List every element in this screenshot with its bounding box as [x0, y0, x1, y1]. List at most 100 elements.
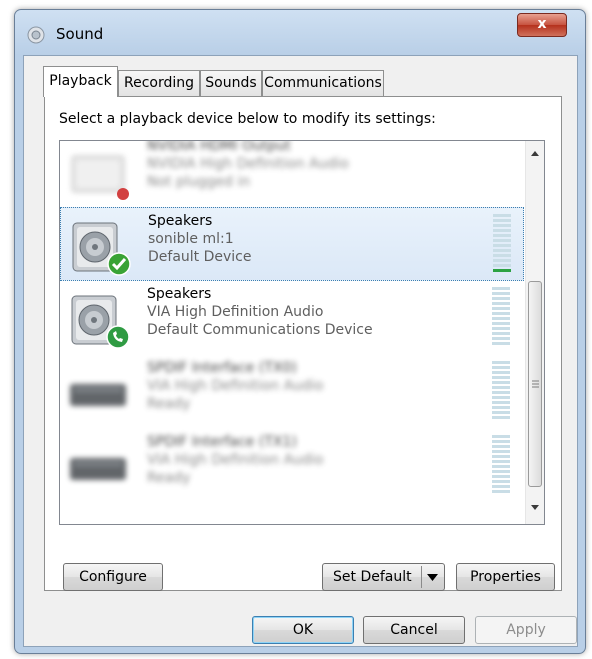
meter-segment	[492, 445, 510, 448]
meter-segment	[492, 327, 510, 330]
meter-segment	[492, 485, 510, 488]
meter-segment	[492, 411, 510, 414]
tab-sounds[interactable]: Sounds	[200, 70, 262, 96]
meter-segment	[493, 219, 511, 222]
device-description: VIA High Definition Audio	[147, 304, 324, 320]
meter-segment	[493, 234, 511, 237]
vertical-scrollbar[interactable]	[525, 141, 544, 524]
scrollbar-thumb[interactable]	[528, 281, 542, 487]
device-status: Not plugged in	[147, 174, 251, 190]
device-description: VIA High Definition Audio	[147, 452, 324, 468]
meter-segment	[492, 361, 510, 364]
device-item-nvidia[interactable]: NVIDIA HDMI Output NVIDIA High Definitio…	[60, 140, 524, 207]
device-name: SPDIF Interface (TX1)	[147, 434, 297, 450]
meter-segment	[492, 371, 510, 374]
configure-button[interactable]: Configure	[63, 563, 163, 591]
meter-segment	[492, 302, 510, 305]
meter-segment	[493, 224, 511, 227]
window-title: Sound	[56, 25, 104, 43]
meter-segment	[493, 249, 511, 252]
meter-segment	[493, 259, 511, 262]
meter-segment	[492, 401, 510, 404]
meter-segment	[492, 376, 510, 379]
tab-recording[interactable]: Recording	[118, 70, 200, 96]
device-status: Default Device	[148, 249, 252, 265]
tab-playback[interactable]: Playback	[43, 66, 118, 97]
dialog-body: Playback Recording Sounds Communications…	[23, 55, 578, 647]
meter-segment	[492, 465, 510, 468]
digital-output-icon	[70, 384, 126, 406]
meter-segment	[492, 396, 510, 399]
ok-button[interactable]: OK	[252, 616, 354, 644]
meter-segment	[493, 264, 511, 267]
apply-button[interactable]: Apply	[475, 616, 577, 644]
meter-segment	[492, 366, 510, 369]
volume-meter	[493, 214, 511, 274]
meter-segment	[492, 416, 510, 419]
meter-segment	[492, 435, 510, 438]
meter-segment	[492, 292, 510, 295]
meter-segment	[493, 244, 511, 247]
meter-segment	[492, 440, 510, 443]
device-description: VIA High Definition Audio	[147, 378, 324, 394]
instruction-text: Select a playback device below to modify…	[59, 111, 436, 127]
meter-segment	[493, 254, 511, 257]
split-divider	[421, 566, 422, 588]
device-status: Default Communications Device	[147, 322, 373, 338]
meter-segment	[493, 269, 511, 272]
meter-segment	[492, 480, 510, 483]
meter-segment	[492, 391, 510, 394]
close-button[interactable]: x	[517, 13, 567, 37]
device-item-spdif-tx0[interactable]: SPDIF Interface (TX0) VIA High Definitio…	[60, 355, 524, 429]
meter-segment	[492, 381, 510, 384]
meter-segment	[492, 307, 510, 310]
scroll-down-arrow-icon[interactable]	[530, 504, 540, 512]
meter-segment	[492, 317, 510, 320]
meter-segment	[492, 406, 510, 409]
close-icon: x	[537, 16, 547, 32]
device-item-spdif-tx1[interactable]: SPDIF Interface (TX1) VIA High Definitio…	[60, 429, 524, 503]
meter-segment	[492, 332, 510, 335]
volume-meter	[492, 361, 510, 421]
sound-dialog: Sound x Playback Recording Sounds Commun…	[14, 9, 586, 654]
meter-segment	[493, 229, 511, 232]
meter-segment	[493, 239, 511, 242]
meter-segment	[492, 386, 510, 389]
device-description: sonible ml:1	[148, 231, 234, 247]
unplugged-badge-icon	[117, 188, 129, 200]
title-bar[interactable]: Sound x	[15, 10, 585, 54]
device-list[interactable]: NVIDIA HDMI Output NVIDIA High Definitio…	[59, 140, 545, 525]
meter-segment	[492, 475, 510, 478]
dropdown-arrow-icon[interactable]	[427, 573, 438, 582]
meter-segment	[492, 342, 510, 345]
digital-output-icon	[70, 458, 126, 480]
device-name: NVIDIA HDMI Output	[147, 140, 291, 154]
device-item-speakers-via[interactable]: Speakers VIA High Definition Audio Defau…	[60, 281, 524, 355]
cancel-button[interactable]: Cancel	[363, 616, 465, 644]
tab-communications[interactable]: Communications	[262, 70, 384, 96]
grip-icon	[532, 380, 539, 388]
device-status: Ready	[147, 396, 191, 412]
meter-segment	[492, 337, 510, 340]
phone-badge-icon	[106, 325, 130, 349]
device-description: NVIDIA High Definition Audio	[147, 156, 349, 172]
device-item-speakers-sonible[interactable]: Speakers sonible ml:1 Default Device	[60, 207, 524, 281]
meter-segment	[492, 470, 510, 473]
device-name: Speakers	[148, 213, 213, 229]
meter-segment	[492, 297, 510, 300]
meter-segment	[492, 455, 510, 458]
volume-meter	[492, 287, 510, 347]
playback-tab-panel: Select a playback device below to modify…	[44, 96, 562, 591]
volume-meter	[492, 435, 510, 495]
meter-segment	[492, 490, 510, 493]
set-default-button[interactable]: Set Default	[322, 563, 445, 591]
device-status: Ready	[147, 470, 191, 486]
meter-segment	[493, 214, 511, 217]
device-name: Speakers	[147, 286, 212, 302]
meter-segment	[492, 287, 510, 290]
meter-segment	[492, 322, 510, 325]
device-name: SPDIF Interface (TX0)	[147, 360, 297, 376]
scroll-up-arrow-icon[interactable]	[530, 149, 540, 157]
meter-segment	[492, 460, 510, 463]
properties-button[interactable]: Properties	[456, 563, 555, 591]
